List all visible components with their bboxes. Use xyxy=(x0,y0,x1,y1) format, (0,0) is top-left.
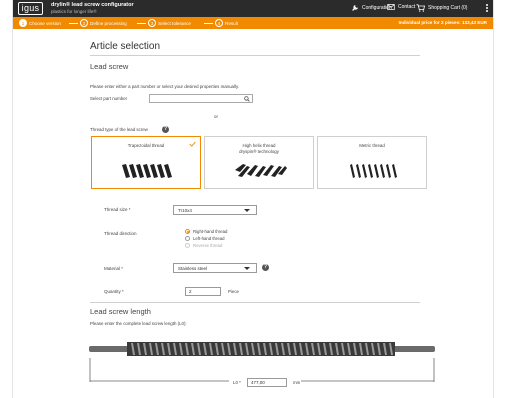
checkmark-icon xyxy=(189,141,196,147)
thread-card-subtitle: dryspin® technology xyxy=(239,149,279,154)
high-helix-screw-icon xyxy=(235,164,287,177)
app-subtitle: plastics for longer life® xyxy=(51,9,97,14)
thread-card-title: Trapezoidal thread xyxy=(127,143,165,148)
chevron-down-icon xyxy=(244,267,250,270)
step-result[interactable]: 4 Result xyxy=(215,19,238,27)
radio-button[interactable] xyxy=(185,236,190,241)
thread-card-trapezoidal[interactable]: Trapezoidal thread xyxy=(91,136,201,189)
app-title: drylin® lead screw configurator xyxy=(51,2,134,8)
lead-screw-length-heading: Lead screw length xyxy=(90,307,151,316)
top-header: igus drylin® lead screw configurator pla… xyxy=(13,0,493,17)
radio-left-hand-thread[interactable]: Left-hand thread xyxy=(185,236,225,241)
step-define-processing[interactable]: 2 Define processing xyxy=(80,19,127,27)
length-unit: mm xyxy=(293,380,301,385)
radio-right-hand-thread[interactable]: Right-hand thread xyxy=(185,229,227,234)
step-progress-bar: 1 Choose version 2 Define processing 3 S… xyxy=(13,17,493,29)
length-instruction: Please enter the complete lead screw len… xyxy=(90,321,187,326)
part-number-label: Select part number xyxy=(90,96,128,101)
shopping-cart-label: Shopping Cart (0) xyxy=(428,5,468,11)
or-label: or xyxy=(214,114,218,119)
page-title: Article selection xyxy=(90,41,161,52)
l0-length-input[interactable]: 477,00 xyxy=(247,378,287,387)
shopping-cart-link[interactable]: Shopping Cart (0) xyxy=(416,4,467,12)
step-connector xyxy=(137,23,146,24)
radio-button xyxy=(185,243,190,248)
radio-label: Right-hand thread xyxy=(193,229,228,234)
step-connector xyxy=(69,23,78,24)
step-label: Result xyxy=(225,20,239,26)
step-number: 2 xyxy=(80,19,88,27)
thread-size-select[interactable]: Tr10x4 xyxy=(173,205,257,215)
thread-card-title: Metric thread xyxy=(359,143,385,148)
configuration-link[interactable]: Configuration xyxy=(351,4,392,12)
material-value: Stainless steel xyxy=(178,266,208,271)
cart-icon xyxy=(416,4,425,12)
material-label: Material * xyxy=(104,266,124,271)
radio-reverse-thread: Reverse thread xyxy=(185,243,222,248)
step-label: Select tolerance xyxy=(158,20,191,26)
kebab-menu-icon[interactable] xyxy=(485,3,489,14)
selection-instruction: Please enter either a part number or sel… xyxy=(90,84,240,89)
quantity-label: Quantity * xyxy=(104,289,124,294)
chevron-down-icon xyxy=(244,209,250,212)
step-choose-version[interactable]: 1 Choose version xyxy=(19,19,61,27)
material-select[interactable]: Stainless steel xyxy=(173,263,257,273)
contact-label: Contact xyxy=(398,4,416,10)
radio-label: Reverse thread xyxy=(193,243,223,248)
individual-price: Individual price for 2 pieces: 133,43 EU… xyxy=(398,20,487,25)
thread-size-value: Tr10x4 xyxy=(178,208,192,213)
trapezoidal-screw-icon xyxy=(122,164,172,178)
igus-logo[interactable]: igus xyxy=(18,2,43,15)
section-divider xyxy=(90,302,420,303)
step-label: Define processing xyxy=(90,20,127,26)
metric-screw-icon xyxy=(350,164,397,178)
step-number: 3 xyxy=(148,19,156,27)
screw-body xyxy=(89,342,435,356)
quantity-unit: Piece xyxy=(228,289,239,294)
thread-card-title: High helix thread xyxy=(242,143,276,148)
radio-button[interactable] xyxy=(185,229,190,234)
help-icon[interactable]: ? xyxy=(162,126,169,133)
help-icon[interactable]: ? xyxy=(262,264,269,271)
configurator-window: igus drylin® lead screw configurator pla… xyxy=(12,0,494,398)
step-number: 1 xyxy=(19,19,27,27)
step-connector xyxy=(204,23,213,24)
title-divider xyxy=(90,55,420,56)
mail-icon xyxy=(387,4,395,10)
step-number: 4 xyxy=(215,19,223,27)
wrench-icon xyxy=(352,5,358,11)
thread-size-label: Thread size * xyxy=(104,207,131,212)
l0-label: L0 * xyxy=(233,380,241,385)
radio-label: Left-hand thread xyxy=(193,236,225,241)
part-number-search-input[interactable] xyxy=(149,94,253,103)
step-select-tolerance[interactable]: 3 Select tolerance xyxy=(148,19,191,27)
quantity-input[interactable]: 2 xyxy=(185,287,221,296)
lead-screw-heading: Lead screw xyxy=(90,62,129,71)
step-label: Choose version xyxy=(29,20,61,26)
thread-direction-label: Thread direction xyxy=(104,231,137,236)
thread-card-high-helix[interactable]: High helix thread dryspin® technology xyxy=(204,136,314,189)
thread-type-label: Thread type of the lead screw xyxy=(90,127,148,132)
thread-card-metric[interactable]: Metric thread xyxy=(317,136,427,189)
search-icon[interactable] xyxy=(244,96,250,102)
contact-link[interactable]: Contact xyxy=(387,4,415,10)
